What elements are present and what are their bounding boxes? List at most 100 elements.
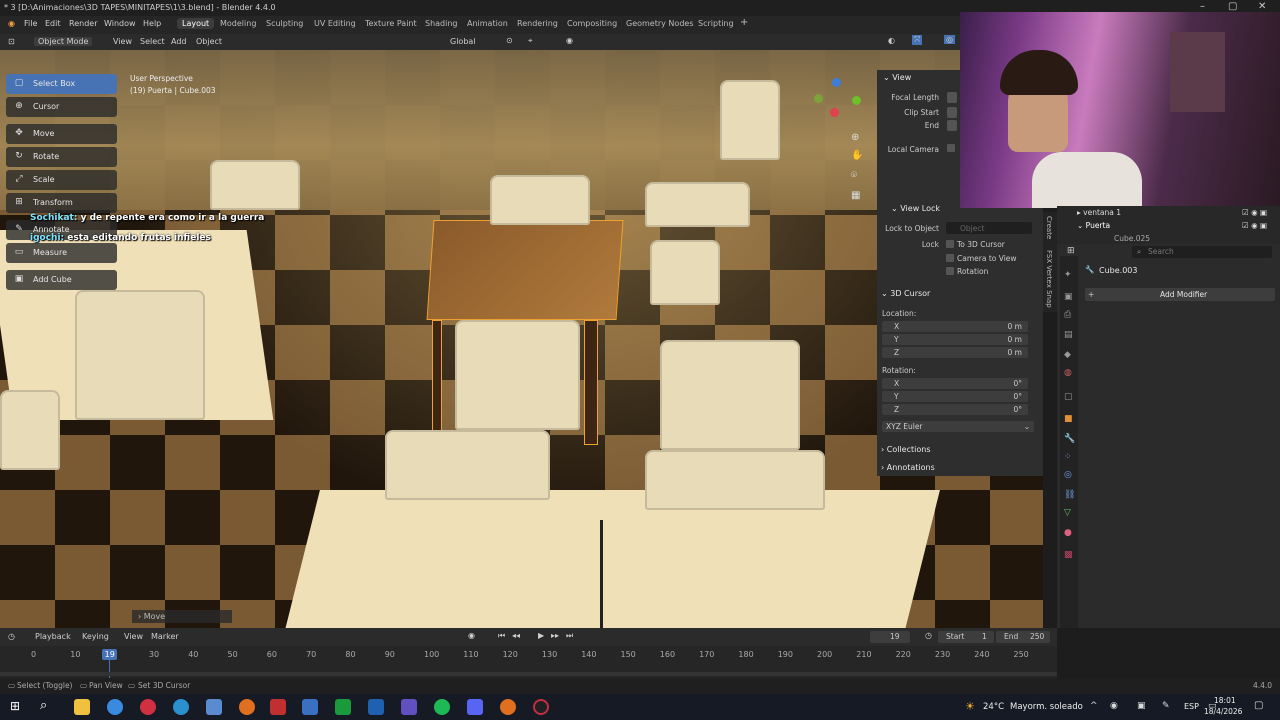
3d-cursor-header[interactable]: ⌄ 3D Cursor	[881, 289, 930, 298]
clock-icon[interactable]: ◷	[8, 632, 15, 641]
euler-mode-dropdown[interactable]: XYZ Euler ⌄	[882, 421, 1034, 432]
collection-tab-icon[interactable]: ▢	[1064, 392, 1073, 402]
tab-sculpting[interactable]: Sculpting	[266, 19, 303, 28]
menu-file[interactable]: File	[24, 19, 37, 28]
focal-length-field[interactable]	[947, 92, 957, 103]
clock-time[interactable]: 18:01	[1214, 696, 1236, 705]
outliner-item[interactable]: Cube.025	[1114, 234, 1150, 243]
gizmo-icon[interactable]: ⤧	[912, 35, 923, 45]
menu-window[interactable]: Window	[104, 19, 136, 28]
timeline[interactable]: 0 10 19 30 40 50 60 70 80 90 100 110 120 130 140 150 160…	[0, 646, 1057, 678]
constraints-tab-icon[interactable]: ⛓	[1064, 490, 1075, 500]
overlay-icon[interactable]: ◎	[944, 35, 955, 44]
cursor-rotation-x[interactable]: X 0°	[882, 378, 1028, 389]
notification-icon[interactable]: ▢	[1254, 700, 1263, 711]
orientation-dropdown[interactable]: Global	[450, 37, 476, 46]
jump-start-icon[interactable]: ⏮	[498, 631, 505, 641]
tool-transform[interactable]: ⊞ Transform	[6, 193, 117, 213]
maximize-icon[interactable]: ▢	[1228, 1, 1237, 12]
navigation-gizmo[interactable]	[812, 78, 862, 128]
outliner-item[interactable]: ▸ ventana 1	[1077, 208, 1121, 217]
object-tab-icon[interactable]: ■	[1064, 414, 1073, 424]
world-tab-icon[interactable]: ◍	[1064, 368, 1072, 378]
vscode-icon[interactable]	[368, 699, 384, 715]
editor-type-icon[interactable]: ⊞	[1067, 246, 1075, 256]
menu-keying[interactable]: Keying	[82, 632, 109, 641]
next-key-icon[interactable]: ▸▸	[551, 631, 559, 640]
menu-help[interactable]: Help	[143, 19, 161, 28]
snap-icon[interactable]: ⌖	[528, 36, 533, 46]
tab-fsx-vertex-snap[interactable]: FSX Vertex Snap	[1045, 250, 1053, 308]
add-modifier-button[interactable]: + Add Modifier	[1085, 288, 1275, 301]
properties-search-input[interactable]: ⌕ Search	[1132, 246, 1272, 258]
mode-dropdown[interactable]: Object Mode	[34, 37, 93, 46]
tab-rendering[interactable]: Rendering	[517, 19, 558, 28]
texture-tab-icon[interactable]: ▩	[1064, 550, 1073, 560]
tool-scale[interactable]: ⤢ Scale	[6, 170, 117, 190]
y-axis-icon[interactable]	[852, 96, 861, 105]
tab-modeling[interactable]: Modeling	[220, 19, 256, 28]
visibility-eye-icon[interactable]: ☑ ◉ ▣	[1242, 221, 1267, 230]
rotation-checkbox[interactable]	[946, 267, 954, 275]
material-tab-icon[interactable]: ●	[1064, 528, 1072, 538]
menu-marker[interactable]: Marker	[151, 632, 179, 641]
menu-add[interactable]: Add	[171, 37, 187, 46]
timeline-scrollbar[interactable]	[0, 672, 1057, 676]
app-icon[interactable]	[302, 699, 318, 715]
tool-cursor[interactable]: ⊕ Cursor	[6, 97, 117, 117]
visibility-icon[interactable]: ◐	[888, 36, 895, 45]
x-axis-icon[interactable]	[830, 108, 839, 117]
tab-compositing[interactable]: Compositing	[567, 19, 617, 28]
scene-tab-icon[interactable]: ◆	[1064, 350, 1071, 360]
neg-y-axis-icon[interactable]	[814, 94, 823, 103]
record-icon[interactable]: ◉	[468, 631, 475, 640]
edge-icon[interactable]	[173, 699, 189, 715]
menu-edit[interactable]: Edit	[45, 19, 61, 28]
windows-start-icon[interactable]: ⊞	[10, 699, 20, 713]
menu-render[interactable]: Render	[69, 19, 97, 28]
app-icon[interactable]	[401, 699, 417, 715]
particles-tab-icon[interactable]: ⁘	[1064, 452, 1072, 462]
editor-type-icon[interactable]: ⊡	[8, 37, 15, 46]
menu-playback[interactable]: Playback	[35, 632, 71, 641]
camera-to-view-checkbox[interactable]	[946, 254, 954, 262]
opera-icon[interactable]	[140, 699, 156, 715]
data-tab-icon[interactable]: ▽	[1064, 508, 1071, 518]
tool-select-box[interactable]: ▢ Select Box	[6, 74, 117, 94]
proportional-icon[interactable]: ◉	[566, 36, 573, 45]
tool-measure[interactable]: ▭ Measure	[6, 243, 117, 263]
minimize-icon[interactable]: –	[1200, 1, 1205, 12]
tab-geometry-nodes[interactable]: Geometry Nodes	[626, 19, 693, 28]
camera-icon[interactable]: ⌾	[851, 170, 857, 181]
tool-rotate[interactable]: ↻ Rotate	[6, 147, 117, 167]
cursor-rotation-z[interactable]: Z 0°	[882, 404, 1028, 415]
pycharm-icon[interactable]	[335, 699, 351, 715]
file-explorer-icon[interactable]	[74, 699, 90, 715]
tab-create[interactable]: Create	[1045, 216, 1053, 239]
menu-view[interactable]: View	[124, 632, 143, 641]
cursor-location-x[interactable]: X 0 m	[882, 321, 1028, 332]
add-workspace-icon[interactable]: +	[740, 17, 748, 28]
outliner-item[interactable]: ⌄ Puerta	[1077, 221, 1110, 230]
tab-animation[interactable]: Animation	[467, 19, 508, 28]
tray-app-icon[interactable]: ▣	[1137, 701, 1146, 711]
blender-logo-icon[interactable]: ◉	[8, 19, 15, 28]
stopwatch-icon[interactable]: ◷	[925, 631, 932, 640]
tab-uv-editing[interactable]: UV Editing	[314, 19, 356, 28]
chrome-icon[interactable]	[107, 699, 123, 715]
app-icon[interactable]	[206, 699, 222, 715]
search-icon[interactable]: ⌕	[40, 698, 47, 713]
cursor-rotation-y[interactable]: Y 0°	[882, 391, 1028, 402]
blender-icon[interactable]	[239, 699, 255, 715]
z-axis-icon[interactable]	[832, 78, 841, 87]
end-frame-field[interactable]: End 250	[996, 631, 1050, 643]
obs-icon[interactable]	[270, 699, 286, 715]
tool-move[interactable]: ✥ Move	[6, 124, 117, 144]
menu-select[interactable]: Select	[140, 37, 165, 46]
to-3d-cursor-checkbox[interactable]	[946, 240, 954, 248]
last-operator-panel[interactable]: › Move	[132, 610, 232, 623]
tab-layout[interactable]: Layout	[177, 18, 215, 29]
tab-shading[interactable]: Shading	[425, 19, 458, 28]
view-lock-header[interactable]: ⌄ View Lock	[891, 204, 940, 213]
tab-texture-paint[interactable]: Texture Paint	[365, 19, 417, 28]
